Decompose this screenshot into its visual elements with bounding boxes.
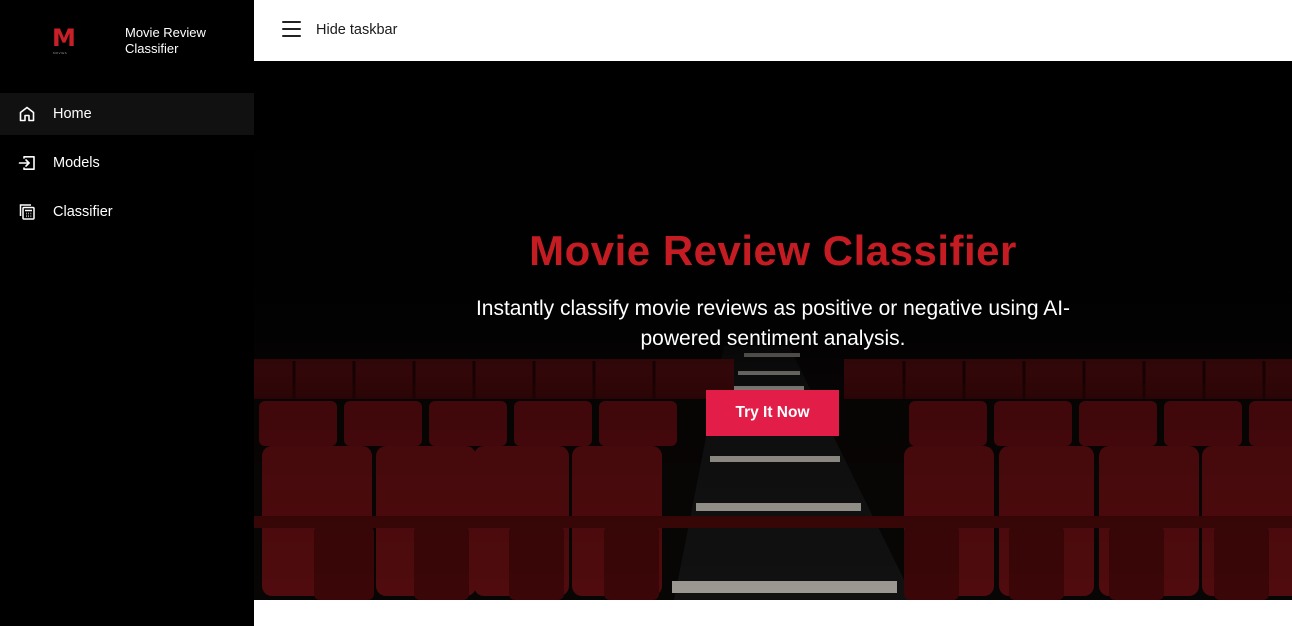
sidebar-nav: Home Models Classifier [0, 93, 254, 240]
logo-letter: M [52, 24, 76, 52]
content-area [254, 600, 1292, 626]
logo-subtext: MOVIES [53, 51, 68, 55]
sidebar-item-home[interactable]: Home [0, 93, 254, 135]
brand-title: Movie Review Classifier [125, 25, 206, 56]
home-icon [19, 106, 35, 122]
calculator-icon [19, 204, 35, 220]
sidebar-item-label: Models [53, 155, 100, 171]
brand: M MOVIES Movie Review Classifier [0, 0, 254, 80]
sidebar-item-label: Classifier [53, 204, 113, 220]
sidebar: M MOVIES Movie Review Classifier Home Mo… [0, 0, 254, 626]
hero-section: Movie Review Classifier Instantly classi… [254, 61, 1292, 600]
sidebar-item-models[interactable]: Models [0, 142, 254, 184]
login-icon [18, 156, 35, 170]
hero-title: Movie Review Classifier [529, 227, 1017, 274]
topbar: Hide taskbar [254, 0, 1292, 61]
sidebar-item-label: Home [53, 106, 92, 122]
hide-taskbar-toggle[interactable]: Hide taskbar [316, 21, 397, 39]
hero-subtitle: Instantly classify movie reviews as posi… [475, 297, 1071, 350]
hamburger-menu-icon[interactable] [282, 21, 302, 37]
brand-logo[interactable]: M MOVIES [50, 26, 76, 58]
try-it-now-button[interactable]: Try It Now [706, 390, 839, 436]
sidebar-item-classifier[interactable]: Classifier [0, 191, 254, 233]
